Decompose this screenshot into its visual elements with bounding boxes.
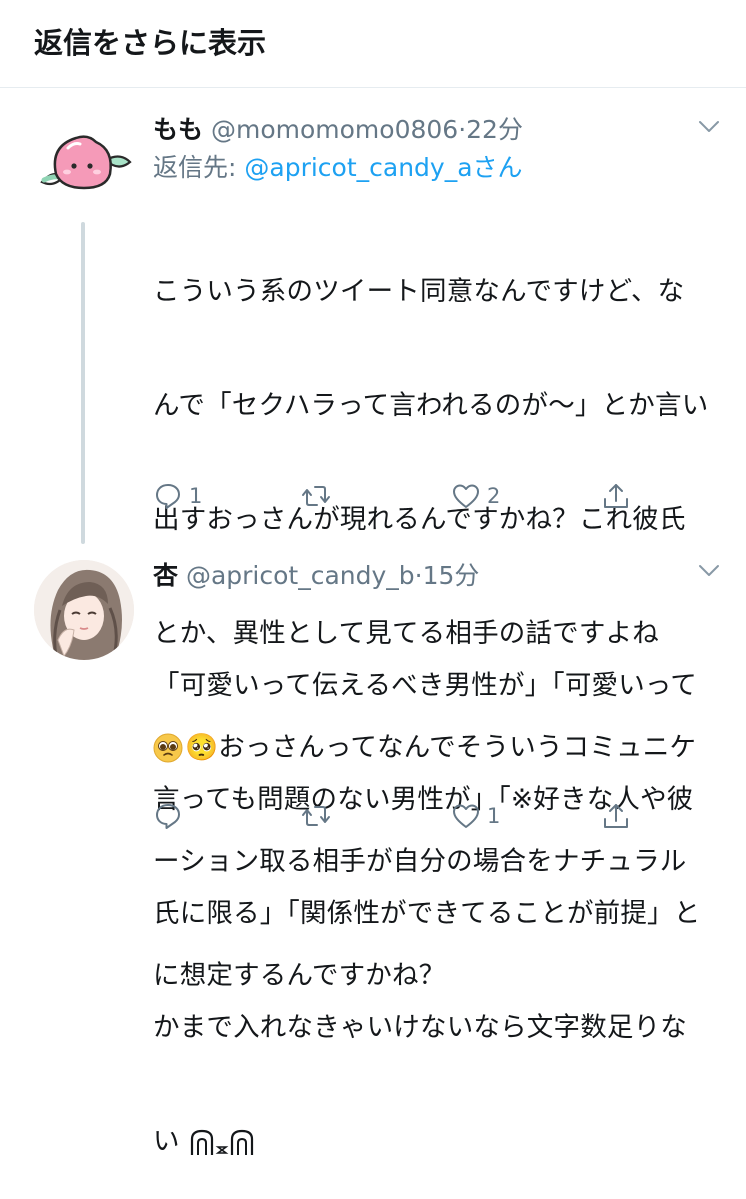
share-button[interactable] — [601, 476, 631, 516]
avatar[interactable] — [34, 560, 134, 660]
heart-icon — [453, 484, 479, 508]
retweet-icon — [302, 806, 330, 826]
retweet-button[interactable] — [301, 796, 337, 836]
tweet-header: 杏 @apricot_candy_b·15分 — [153, 556, 479, 592]
share-icon — [604, 484, 628, 508]
tweet-text-line: かまで入れなきゃいけないなら文字数足りな — [153, 1012, 687, 1043]
separator-dot: · — [414, 561, 423, 590]
tweet-text: 「可愛いって伝えるべき男性が」「可愛いって 言っても問題のない男性が」「※好きな… — [153, 591, 718, 1199]
share-icon — [604, 804, 628, 828]
reply-to-label: 返信先: — [153, 153, 245, 182]
tweet-text-line: 氏に限る」「関係性ができてることが前提」と — [153, 898, 701, 929]
tweet-text-line: い — [153, 1126, 189, 1157]
illustrated-portrait-avatar-icon — [34, 560, 134, 660]
timestamp[interactable]: 22分 — [466, 115, 523, 144]
user-handle[interactable]: @apricot_candy_b — [186, 561, 415, 590]
reply-to-line: 返信先: @apricot_candy_aさん — [153, 148, 523, 184]
like-button[interactable]: 2 — [451, 476, 500, 516]
avatar[interactable] — [34, 116, 134, 216]
like-button[interactable]: 1 — [451, 796, 500, 836]
separator-dot: · — [458, 115, 467, 144]
tweet-actions: 1 2 — [153, 476, 643, 516]
kaomoji-icon — [191, 1129, 254, 1155]
chevron-down-icon[interactable] — [697, 114, 721, 138]
user-handle[interactable]: @momomomo0806 — [211, 115, 458, 144]
tweet-text-line-with-emoticon: い — [153, 1123, 718, 1161]
reply-count: 1 — [189, 484, 203, 508]
display-name[interactable]: もも — [153, 115, 203, 144]
reply-button[interactable] — [153, 796, 189, 836]
reply-to-mention[interactable]: @apricot_candy_a — [244, 153, 472, 182]
display-name[interactable]: 杏 — [153, 561, 178, 590]
tweet-header: もも @momomomo0806·22分 — [153, 110, 523, 146]
reply-to-suffix: さん — [472, 153, 523, 182]
retweet-button[interactable] — [301, 476, 337, 516]
reply-icon — [156, 804, 180, 829]
thread-connector-line — [81, 222, 85, 544]
heart-icon — [453, 804, 479, 828]
page-title: 返信をさらに表示 — [34, 26, 267, 60]
retweet-icon — [302, 486, 330, 506]
reply-button[interactable]: 1 — [153, 476, 202, 516]
share-button[interactable] — [601, 796, 631, 836]
tweet-text-line: んで「セクハラって言われるのが〜」とか言い — [153, 390, 709, 421]
chevron-down-icon[interactable] — [697, 558, 721, 582]
page-header: 返信をさらに表示 — [0, 0, 746, 88]
like-count: 2 — [487, 484, 501, 508]
peach-avatar-icon — [40, 135, 132, 190]
reply-icon — [156, 484, 180, 509]
tweet-text-line: 「可愛いって伝えるべき男性が」「可愛いって — [153, 670, 698, 701]
like-count: 1 — [487, 804, 501, 828]
tweet-actions: 1 — [153, 796, 643, 836]
tweet-text-line: こういう系のツイート同意なんですけど、な — [153, 276, 685, 307]
timestamp[interactable]: 15分 — [423, 561, 480, 590]
